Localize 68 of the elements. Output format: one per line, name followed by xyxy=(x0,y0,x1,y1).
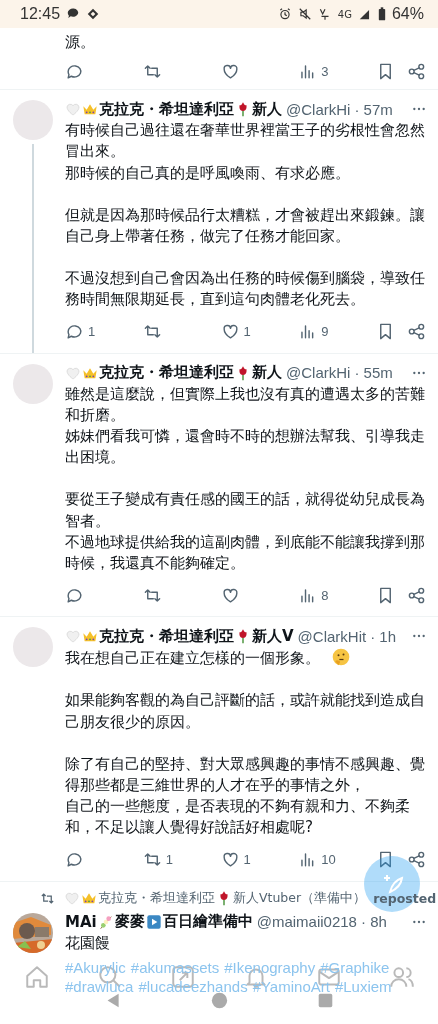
like-icon[interactable] xyxy=(220,322,240,342)
author-handle[interactable]: @ClarkHit xyxy=(297,627,367,645)
post-text: 姊妹們看我可憐，還會時不時的想辦法幫我、引導我走出困境。 xyxy=(65,427,425,467)
signal-icon xyxy=(357,7,372,21)
alarm-icon xyxy=(277,7,292,21)
post-text: 如果能夠客觀的為自己評斷的話，或許就能找到造成自己朋友很少的原因。 xyxy=(65,691,425,731)
network-type: 4G xyxy=(337,8,352,20)
post-text: 除了有自己的堅持、對大眾感興趣的事情不感興趣、覺得那些都是三維世界的人才在乎的事情之外， xyxy=(65,754,425,795)
author-name[interactable]: 克拉克・希坦達利亞 xyxy=(99,626,234,646)
post-text: 自己的一些態度，是否表現的不夠有親和力、不夠柔和，不足以讓人覺得好說話好相處呢? xyxy=(65,797,410,837)
post-text: 那時候的自己真的是呼風喚雨、有求必應。 xyxy=(65,163,350,182)
post-text: 不過沒想到自己會因為出任務的時候傷到腦袋，導致任務時間無限期延長，直到這句肉體老化死去。 xyxy=(65,269,425,309)
heart-icon xyxy=(65,628,81,645)
post-time: · 1h xyxy=(370,627,397,645)
play-icon xyxy=(145,913,162,930)
reposter-name-suffix[interactable]: 新人Vtuber（準備中） xyxy=(233,889,367,907)
action-count: 9 xyxy=(321,324,329,340)
action-count: 1 xyxy=(243,852,251,868)
dango-icon xyxy=(97,913,114,930)
post-text: 但就是因為那時候品行太糟糕，才會被趕出來鍛鍊。讓自己身上帶著任務，做完了任務才能回家。 xyxy=(65,205,425,245)
post-text: 雖然是這麼說，但實際上我也沒有真的遭遇太多的苦難和折磨。 xyxy=(65,384,425,424)
status-time: 12:45 xyxy=(20,5,61,23)
post-text: 不過地球提供給我的這副肉體，到底能不能讓我撐到那時候，我還真不能夠確定。 xyxy=(65,532,425,573)
author-name[interactable]: 克拉克・希坦達利亞 xyxy=(99,363,234,383)
action-count: 3 xyxy=(321,63,329,79)
battery-icon xyxy=(377,7,386,21)
mute-icon xyxy=(297,7,312,21)
action-count: 1 xyxy=(165,852,173,868)
post-text: 要從王子變成有責任感的國王的話，就得從幼兒成長為智者。 xyxy=(65,490,425,530)
author-handle[interactable]: @ClarkHi xyxy=(286,364,351,382)
post-text: 花園饅 xyxy=(65,932,110,954)
author-handle[interactable]: @ClarkHi xyxy=(286,100,351,118)
author-name-suffix[interactable]: 新人V xyxy=(252,626,294,646)
more-icon[interactable] xyxy=(412,107,426,112)
like-icon[interactable] xyxy=(220,850,240,870)
author-name[interactable]: MAi xyxy=(65,912,97,931)
share-icon[interactable] xyxy=(407,850,426,870)
post-time: · 55m xyxy=(354,364,393,382)
post-time: · 8h xyxy=(360,913,387,931)
volte-icon xyxy=(317,7,332,21)
share-icon[interactable] xyxy=(407,585,426,605)
share-icon[interactable] xyxy=(407,322,426,342)
author-name[interactable]: 克拉克・希坦達利亞 xyxy=(99,99,234,119)
author-name-suffix[interactable]: 新人 xyxy=(252,363,282,383)
heart-icon xyxy=(64,890,80,907)
author-name-suffix[interactable]: 新人 xyxy=(252,99,282,119)
more-icon[interactable] xyxy=(412,370,426,375)
battery-percent: 64% xyxy=(391,5,424,23)
share-icon[interactable] xyxy=(407,61,426,81)
author-nickname[interactable]: 麥麥 xyxy=(114,912,145,932)
action-count: 1 xyxy=(88,324,96,340)
post-text: 源。 xyxy=(65,33,95,51)
action-count: 8 xyxy=(321,587,329,603)
more-icon[interactable] xyxy=(412,634,426,639)
action-count: 10 xyxy=(321,852,336,868)
post-text: 有時候自己過往還在奢華世界裡當王子的劣根性會忽然冒出來。 xyxy=(65,121,425,161)
diamond-icon xyxy=(86,7,101,21)
author-title[interactable]: 百日繪準備中 xyxy=(162,912,253,932)
post-time: · 57m xyxy=(354,100,393,118)
thinking-emoji-icon xyxy=(330,647,351,668)
heart-icon xyxy=(65,101,81,118)
post-text: 我在想自己正在建立怎樣的一個形象。 xyxy=(65,649,320,668)
more-icon[interactable] xyxy=(412,919,426,924)
reposter-name[interactable]: 克拉克・希坦達利亞 xyxy=(98,889,215,907)
chat-icon xyxy=(66,7,81,21)
author-handle[interactable]: @maimaii0218 xyxy=(256,913,357,931)
repost-icon xyxy=(40,890,55,906)
action-count: 1 xyxy=(243,324,251,340)
